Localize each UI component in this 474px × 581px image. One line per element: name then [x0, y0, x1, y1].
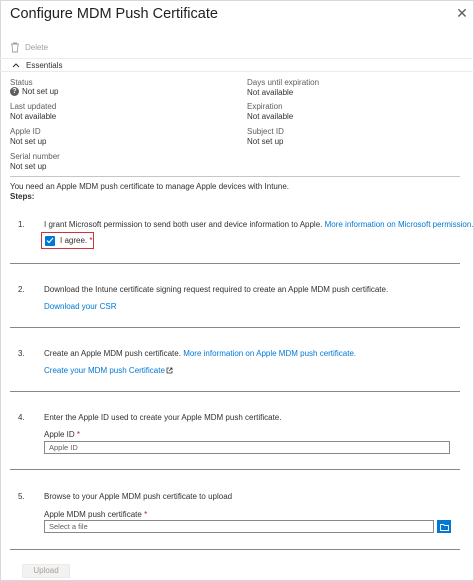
- apple-id-input[interactable]: [44, 441, 450, 454]
- essentials-divider: [10, 176, 460, 177]
- step-5-text: Browse to your Apple MDM push certificat…: [44, 492, 233, 501]
- step-2-text: Download the Intune certificate signing …: [44, 285, 389, 294]
- folder-icon: [439, 523, 449, 531]
- step-3-divider: [10, 391, 460, 392]
- checkmark-icon: [45, 235, 55, 246]
- last-updated-label: Last updated: [10, 102, 57, 111]
- question-icon: ?: [10, 87, 19, 96]
- essentials-toggle[interactable]: Essentials: [0, 58, 474, 72]
- agree-checkbox[interactable]: I agree. *: [41, 232, 94, 249]
- step-3-text: Create an Apple MDM push certificate. Mo…: [44, 349, 356, 358]
- step-4-divider: [10, 469, 460, 470]
- status-text: Not set up: [22, 87, 59, 96]
- apple-mdm-info-link[interactable]: More information on Apple MDM push certi…: [183, 349, 356, 358]
- certificate-field-label: Apple MDM push certificate *: [44, 510, 148, 519]
- certificate-file-input[interactable]: [44, 520, 434, 533]
- subject-id-label: Subject ID: [247, 127, 284, 136]
- chevron-up-icon: [12, 63, 20, 68]
- apple-id-field-label: Apple ID *: [44, 430, 81, 439]
- download-csr-link[interactable]: Download your CSR: [44, 302, 116, 311]
- delete-label: Delete: [25, 42, 49, 52]
- step-2-number: 2.: [18, 285, 25, 294]
- step-3-number: 3.: [18, 349, 25, 358]
- step-4-number: 4.: [18, 413, 25, 422]
- days-until-expiration-label: Days until expiration: [247, 78, 320, 87]
- status-value: ? Not set up: [10, 87, 58, 96]
- trash-icon: [11, 42, 19, 52]
- steps-label: Steps:: [10, 192, 35, 201]
- expiration-value: Not available: [247, 112, 294, 121]
- delete-button[interactable]: Delete: [10, 40, 48, 54]
- step-1-divider: [10, 263, 460, 264]
- create-push-certificate-link[interactable]: Create your MDM push Certificate: [44, 366, 173, 375]
- apple-id-value: Not set up: [10, 137, 47, 146]
- step-5-number: 5.: [18, 492, 25, 501]
- intro-text: You need an Apple MDM push certificate t…: [10, 182, 289, 191]
- step-5-divider: [10, 549, 460, 550]
- external-link-icon: [166, 367, 173, 374]
- serial-number-value: Not set up: [10, 162, 47, 171]
- essentials-label: Essentials: [26, 60, 63, 70]
- step-2-divider: [10, 327, 460, 328]
- upload-button[interactable]: Upload: [22, 564, 70, 578]
- days-until-expiration-value: Not available: [247, 88, 294, 97]
- serial-number-label: Serial number: [10, 152, 60, 161]
- step-1-description: I grant Microsoft permission to send bot…: [44, 220, 323, 229]
- close-icon[interactable]: ✕: [455, 6, 469, 20]
- step-1-number: 1.: [18, 220, 25, 229]
- step-3-description: Create an Apple MDM push certificate.: [44, 349, 181, 358]
- browse-button[interactable]: [437, 520, 451, 533]
- last-updated-value: Not available: [10, 112, 57, 121]
- subject-id-value: Not set up: [247, 137, 284, 146]
- step-4-text: Enter the Apple ID used to create your A…: [44, 413, 282, 422]
- agree-label: I agree. *: [60, 236, 93, 245]
- expiration-label: Expiration: [247, 102, 283, 111]
- microsoft-permission-link[interactable]: More information on Microsoft permission…: [325, 220, 474, 229]
- status-label: Status: [10, 78, 33, 87]
- apple-id-label: Apple ID: [10, 127, 41, 136]
- page-title: Configure MDM Push Certificate: [10, 6, 218, 22]
- step-1-text: I grant Microsoft permission to send bot…: [44, 220, 474, 229]
